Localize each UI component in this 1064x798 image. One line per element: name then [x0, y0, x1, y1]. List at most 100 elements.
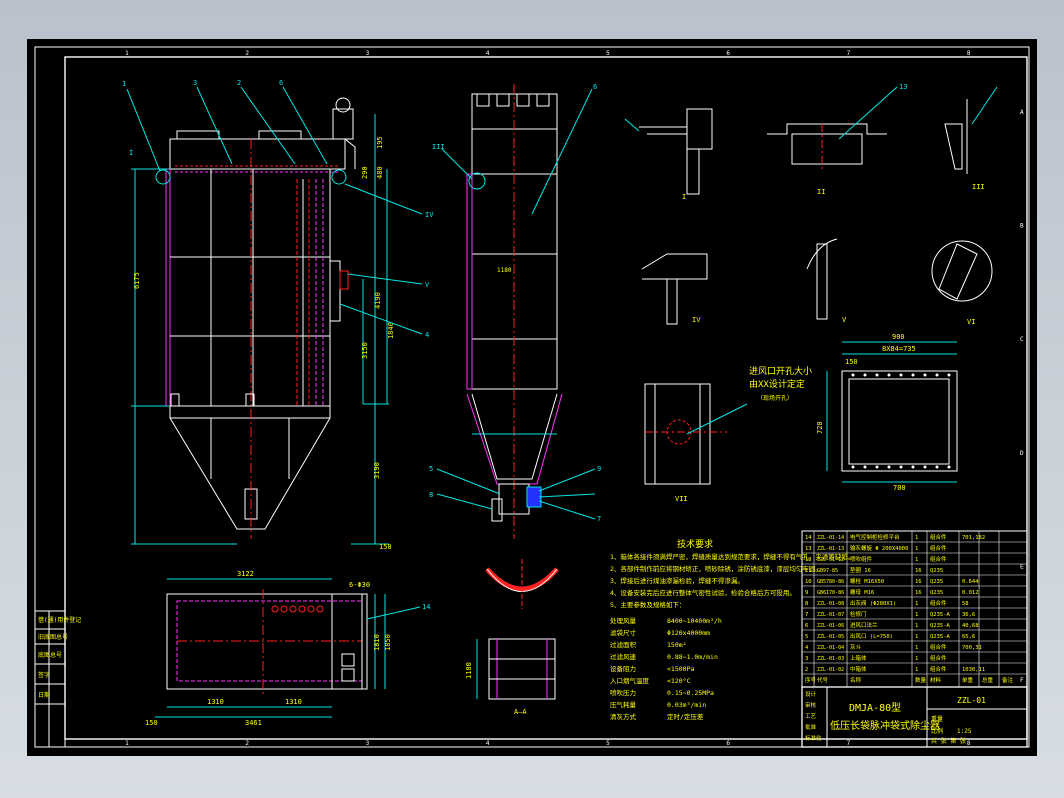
- part-qty: 1: [915, 656, 918, 662]
- bolt-hole: [935, 465, 939, 469]
- part-weight: 0.644: [962, 579, 979, 585]
- dim-flange-width: 700: [893, 484, 906, 492]
- title-block-labels: 设计审核工艺批准标准化: [805, 690, 822, 742]
- parts-header-cell: 材料: [930, 676, 942, 684]
- parts-row: 3 ZZL-01-03 上箱体 1 组合件: [805, 654, 947, 662]
- part-material: 组合件: [930, 599, 947, 607]
- part-weight: 36,6: [962, 612, 975, 618]
- part-material: 组合件: [930, 544, 947, 552]
- detail-ii-label: II: [817, 188, 825, 196]
- bolt-hole: [899, 465, 903, 469]
- part-qty: 1: [915, 535, 918, 541]
- zone-side-C: C: [1020, 336, 1024, 343]
- part-qty: 1: [915, 623, 918, 629]
- tech-spec-list: 处理风量 8400~10400m³/h 滤袋尺寸 Φ120x4000mm 过滤面积 150…: [610, 616, 722, 721]
- revision-block: 借(通)用件登记 旧底图总号 底图总号 签字 日期: [34, 610, 81, 748]
- bolt-hole: [851, 465, 855, 469]
- spec-key: 清灰方式: [610, 712, 637, 721]
- parts-row: 10 GB5780-86 螺栓 M16X50 16 Q235 0.644: [805, 577, 979, 585]
- part-code: ZZL-01-13: [817, 546, 844, 552]
- zone-bottom-6: 6: [726, 740, 730, 747]
- part-name: 检修门: [850, 610, 867, 618]
- front-elevation-view: 6175 195 480 290 4190 1840 3150 3190 150…: [122, 79, 434, 551]
- parts-row: 7 ZZL-01-07 检修门 1 Q235-A 36,6: [805, 610, 975, 618]
- callout-side-7: 7: [597, 515, 601, 523]
- spec-key: 入口烟气温度: [610, 676, 650, 685]
- spec-value: <1500Pa: [667, 665, 694, 673]
- parts-row: 2 ZZL-01-02 中箱体 1 组合件 1030,11: [805, 665, 985, 673]
- drawing-number: ZZL-01: [957, 696, 986, 705]
- revision-label-1: 旧底图总号: [38, 633, 68, 641]
- title-block-label: 审核: [805, 701, 817, 709]
- cad-drawing-sheet: 1122334455667788 ABCDEF 借(通)用件登记 旧底图总号 底…: [27, 39, 1037, 756]
- part-weight: 1030,11: [962, 667, 985, 673]
- spec-value: 0.15~0.25MPa: [667, 689, 714, 697]
- pulse-valve-symbol: [280, 605, 288, 613]
- dim-flange-side: 150: [845, 358, 858, 366]
- part-qty: 1: [915, 612, 918, 618]
- dim-plan-half-right: 1310: [285, 698, 302, 706]
- detail-vii-label: VII: [675, 495, 688, 503]
- spec-value: Φ120x4000mm: [667, 629, 710, 637]
- part-code: ZZL-01-05: [817, 634, 844, 640]
- zone-top-5: 5: [606, 50, 610, 57]
- part-material: 组合件: [930, 665, 947, 673]
- part-qty: 1: [915, 601, 918, 607]
- part-no: 12: [805, 557, 812, 563]
- part-material: 组合件: [930, 533, 947, 541]
- detail-vi-label: VI: [967, 318, 975, 326]
- detail-callout-v: V: [425, 281, 430, 289]
- zone-top-7: 7: [847, 50, 851, 57]
- callout-side-6: 6: [593, 83, 597, 91]
- dim-plan-left-offset: 150: [145, 719, 158, 727]
- opening-note-1: 进风口开孔大小: [749, 365, 812, 377]
- part-code: ZZL-01-03: [817, 656, 844, 662]
- part-material: 组合件: [930, 555, 947, 563]
- callout-plan-14: 14: [422, 603, 430, 611]
- plan-valve-row: [271, 605, 324, 613]
- side-elevation-view: 1180 6 III 5 8 9 7: [429, 83, 601, 539]
- part-no: 4: [805, 645, 809, 651]
- dim-section-height: 1180: [465, 662, 473, 679]
- zone-top-4: 4: [486, 50, 490, 57]
- part-no: 8: [805, 601, 808, 607]
- zone-bottom-8: 8: [967, 740, 971, 747]
- zone-side-B: B: [1020, 223, 1024, 230]
- spec-key: 喷吹压力: [610, 688, 636, 697]
- parts-row: 5 ZZL-01-05 出风口 (L=750) 1 Q235-A 65,6: [805, 632, 975, 640]
- pulse-valve-symbol: [307, 605, 315, 613]
- callout-side-8: 8: [429, 491, 433, 499]
- part-weight: 701,182: [962, 535, 985, 541]
- bolt-hole: [923, 373, 927, 377]
- zone-top-6: 6: [726, 50, 730, 57]
- bolt-hole: [851, 373, 855, 377]
- dim-top-h2: 480: [376, 166, 384, 179]
- opening-note-3: （现场开孔）: [757, 394, 793, 402]
- spec-key: 过滤面积: [610, 640, 637, 649]
- parts-header-cell: 单重: [962, 676, 974, 684]
- title-block-label: 工艺: [805, 713, 817, 720]
- part-qty: 16: [915, 590, 922, 596]
- bolt-hole: [887, 465, 891, 469]
- detail-i-label: I: [682, 193, 686, 201]
- detail-ii-callout: 13: [899, 83, 907, 91]
- part-weight: 40,68: [962, 623, 979, 629]
- part-code: GB6170-86: [817, 590, 844, 596]
- parts-header: 序号 代号 名称 数量 材料 单重 总重 备注: [805, 676, 1014, 684]
- outlet-flange-view: 900 8X84=735 150 700 720: [816, 333, 958, 492]
- dim-plan-width: 3461: [245, 719, 262, 727]
- pulse-valve-symbol: [289, 605, 297, 613]
- weight-label: 重量: [931, 715, 943, 723]
- part-code: ZZL-01-14: [817, 535, 844, 541]
- parts-header-cell: 代号: [817, 676, 829, 684]
- part-material: Q235-A: [930, 623, 951, 629]
- part-name: 螺母 M16: [850, 588, 874, 596]
- part-material: Q235-A: [930, 612, 951, 618]
- part-code: ZZL-01-08: [817, 601, 844, 607]
- dim-inlet-height: 4190: [374, 292, 382, 309]
- drawing-canvas: 1122334455667788 ABCDEF 借(通)用件登记 旧底图总号 底…: [34, 46, 1030, 748]
- part-material: Q235: [930, 590, 943, 596]
- part-material: 组合件: [930, 643, 947, 651]
- zone-markers-top: 1122334455667788: [125, 50, 971, 747]
- part-qty: 16: [915, 568, 922, 574]
